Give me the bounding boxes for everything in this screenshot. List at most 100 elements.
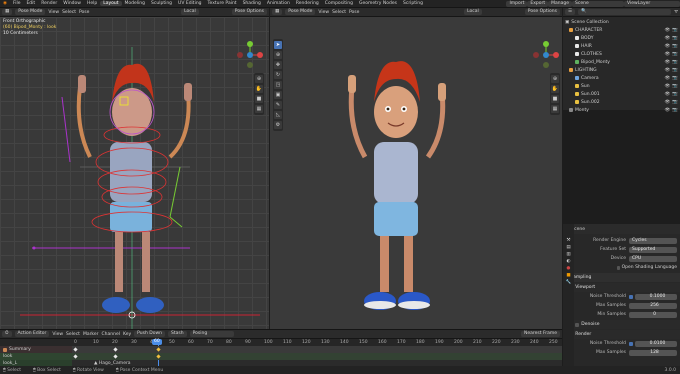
- left-orientation-selector[interactable]: Local: [181, 9, 199, 15]
- noise-threshold-checkbox[interactable]: [629, 294, 633, 299]
- visibility-eye-icon[interactable]: 👁: [665, 100, 671, 105]
- menu-edit[interactable]: Edit: [23, 1, 38, 6]
- left-menu-select[interactable]: Select: [62, 10, 76, 15]
- outliner-search[interactable]: 🔍: [578, 9, 672, 15]
- visibility-eye-icon[interactable]: 👁: [665, 76, 671, 81]
- scene-collection-row[interactable]: ▣ Scene Collection: [565, 18, 678, 26]
- move-tool-icon[interactable]: ✥: [274, 61, 282, 69]
- timeline-menu-key[interactable]: Key: [123, 332, 131, 337]
- menu-file[interactable]: File: [10, 1, 24, 6]
- tab-compositing[interactable]: Compositing: [322, 1, 356, 6]
- export-button[interactable]: Export: [527, 0, 549, 7]
- render-camera-icon[interactable]: 📷: [672, 92, 678, 97]
- max-samples-field[interactable]: 256: [629, 302, 677, 309]
- render-camera-icon[interactable]: 📷: [672, 84, 678, 89]
- outliner-item[interactable]: Bipod_Monty 👁 📷: [565, 58, 678, 66]
- menu-window[interactable]: Window: [60, 1, 84, 6]
- denoise-checkbox[interactable]: [575, 322, 580, 327]
- action-selector[interactable]: Posing: [189, 331, 234, 337]
- dopesheet-area[interactable]: 0102030405060708090100110120130140150160…: [72, 339, 562, 367]
- render-camera-icon[interactable]: 📷: [672, 76, 678, 81]
- scene-selector[interactable]: Scene: [572, 0, 624, 7]
- feature-set-select[interactable]: Supported: [629, 246, 677, 253]
- tab-scripting[interactable]: Scripting: [400, 1, 426, 6]
- right-viewport-canvas[interactable]: ➤ ⊕ ✥ ↻ ◳ ▣ ✎ ◺ ⚙ ⊕ ✋ ■ ▦: [270, 17, 562, 329]
- sampling-section[interactable]: ▾Sampling: [563, 273, 680, 282]
- camera-icon[interactable]: ■: [551, 95, 559, 103]
- left-viewport[interactable]: ▦ Pose Mode View Select Pose Local Pose …: [0, 8, 269, 329]
- transform-tool-icon[interactable]: ▣: [274, 91, 282, 99]
- outliner-editor-icon[interactable]: ☰: [565, 9, 576, 15]
- right-viewport[interactable]: ▦ Pose Mode View Select Pose Local Pose …: [270, 8, 562, 329]
- tab-rendering[interactable]: Rendering: [293, 1, 322, 6]
- outliner-item[interactable]: Sun.001 👁 📷: [565, 90, 678, 98]
- timeline-menu-marker[interactable]: Marker: [83, 332, 99, 337]
- render-camera-icon[interactable]: 📷: [672, 36, 678, 41]
- outliner-item[interactable]: HAIR 👁 📷: [565, 42, 678, 50]
- tab-animation[interactable]: Animation: [264, 1, 293, 6]
- min-samples-field[interactable]: 0: [629, 311, 677, 318]
- import-button[interactable]: Import: [506, 0, 528, 7]
- editor-mode-selector[interactable]: Action Editor: [14, 331, 50, 337]
- rotate-tool-icon[interactable]: ↻: [274, 71, 282, 79]
- pan-hand-icon[interactable]: ✋: [551, 85, 559, 93]
- world-tab-icon[interactable]: ●: [567, 266, 571, 271]
- current-frame-indicator[interactable]: 60: [152, 339, 162, 345]
- device-select[interactable]: CPU: [629, 255, 677, 262]
- visibility-eye-icon[interactable]: 👁: [665, 92, 671, 97]
- measure-tool-icon[interactable]: ◺: [274, 111, 282, 119]
- tab-uv-editing[interactable]: UV Editing: [175, 1, 204, 6]
- object-tab-icon[interactable]: ■: [566, 273, 570, 278]
- scale-tool-icon[interactable]: ◳: [274, 81, 282, 89]
- annotate-tool-icon[interactable]: ✎: [274, 101, 282, 109]
- menu-render[interactable]: Render: [38, 1, 60, 6]
- left-mode-selector[interactable]: Pose Mode: [15, 9, 46, 15]
- tab-shading[interactable]: Shading: [240, 1, 264, 6]
- outliner-item[interactable]: Camera 👁 📷: [565, 74, 678, 82]
- osl-checkbox[interactable]: [616, 265, 620, 270]
- visibility-eye-icon[interactable]: 👁: [665, 44, 671, 49]
- visibility-eye-icon[interactable]: 👁: [665, 36, 671, 41]
- render-camera-icon[interactable]: 📷: [672, 100, 678, 105]
- viewport-subsection[interactable]: ▾Viewport: [563, 283, 680, 292]
- tool-tab-icon[interactable]: ⚒: [566, 238, 570, 243]
- render-max-field[interactable]: 128: [629, 349, 677, 356]
- stash-button[interactable]: Stash: [168, 331, 187, 337]
- view-layer-selector[interactable]: ViewLayer: [624, 0, 680, 7]
- render-noise-field[interactable]: 0.0100: [635, 340, 677, 347]
- render-subsection[interactable]: ▾Render: [563, 330, 680, 339]
- snapping-selector[interactable]: Nearest Frame: [521, 331, 560, 337]
- right-mode-selector[interactable]: Pose Mode: [285, 9, 316, 15]
- editor-type-icon[interactable]: ▦: [272, 9, 283, 15]
- visibility-eye-icon[interactable]: 👁: [665, 108, 671, 113]
- left-pose-options[interactable]: Pose Options: [231, 9, 267, 15]
- render-camera-icon[interactable]: 📷: [672, 52, 678, 57]
- grid-view-icon[interactable]: ▦: [551, 105, 559, 113]
- visibility-eye-icon[interactable]: 👁: [665, 68, 671, 73]
- navigation-gizmo-icon[interactable]: [532, 41, 560, 69]
- denoise-subsection[interactable]: ▸Denoise: [563, 320, 680, 329]
- modifier-tab-icon[interactable]: 🔧: [566, 280, 572, 285]
- right-menu-pose[interactable]: Pose: [349, 10, 359, 15]
- render-camera-icon[interactable]: 📷: [672, 60, 678, 65]
- outliner-item[interactable]: Sun.002 👁 📷: [565, 98, 678, 106]
- timeline-menu-select[interactable]: Select: [66, 332, 80, 337]
- timeline-menu-channel[interactable]: Channel: [102, 332, 120, 337]
- render-engine-select[interactable]: Cycles: [629, 237, 677, 244]
- visibility-eye-icon[interactable]: 👁: [665, 28, 671, 33]
- tab-modeling[interactable]: Modeling: [122, 1, 148, 6]
- editor-type-icon[interactable]: ▦: [2, 9, 13, 15]
- render-camera-icon[interactable]: 📷: [672, 28, 678, 33]
- left-menu-pose[interactable]: Pose: [79, 10, 89, 15]
- filter-icon[interactable]: ⛛: [674, 9, 678, 15]
- menu-help[interactable]: Help: [84, 1, 100, 6]
- outliner-item[interactable]: CLOTHES 👁 📷: [565, 50, 678, 58]
- tab-sculpting[interactable]: Sculpting: [148, 1, 175, 6]
- output-tab-icon[interactable]: ▥: [566, 252, 570, 257]
- render-camera-icon[interactable]: 📷: [672, 44, 678, 49]
- right-menu-view[interactable]: View: [318, 10, 329, 15]
- render-tab-icon[interactable]: ▤: [566, 245, 570, 250]
- right-orientation-selector[interactable]: Local: [464, 9, 482, 15]
- render-camera-icon[interactable]: 📷: [672, 68, 678, 73]
- left-viewport-canvas[interactable]: Front Orthographic (60) Bipod_Monty : lo…: [0, 17, 269, 329]
